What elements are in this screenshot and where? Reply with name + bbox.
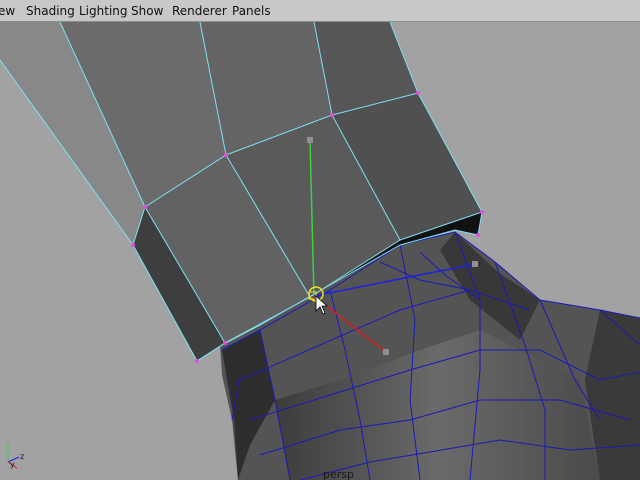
gnomon-y-label: y	[10, 460, 15, 469]
camera-label: persp	[323, 468, 354, 480]
menu-show[interactable]: Show	[131, 3, 163, 19]
menu-renderer[interactable]: Renderer	[172, 3, 227, 19]
gnomon-z-label: z	[20, 452, 24, 461]
maya-panel: ew Shading Lighting Show Renderer Panels	[0, 0, 640, 480]
manipulator-z-handle[interactable]	[472, 261, 478, 267]
panel-menubar: ew Shading Lighting Show Renderer Panels	[0, 0, 640, 22]
menu-view[interactable]: ew	[0, 3, 15, 19]
menu-shading[interactable]: Shading	[26, 3, 75, 19]
menu-panels[interactable]: Panels	[232, 3, 271, 19]
manipulator-x-handle[interactable]	[383, 349, 389, 355]
perspective-viewport[interactable]: z y	[0, 22, 640, 480]
manipulator-y-handle[interactable]	[307, 137, 313, 143]
menu-lighting[interactable]: Lighting	[79, 3, 128, 19]
